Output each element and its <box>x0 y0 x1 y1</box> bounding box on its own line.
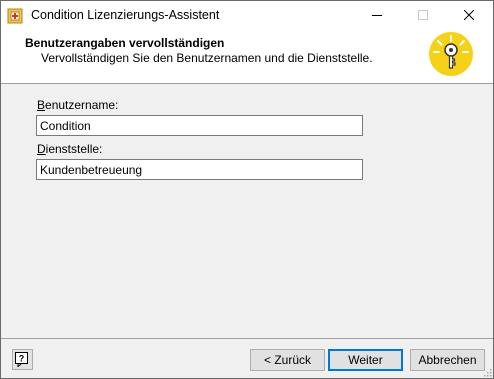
minimize-icon <box>372 15 382 16</box>
help-icon: ? <box>15 352 28 367</box>
maximize-icon <box>418 10 428 20</box>
close-icon <box>464 10 474 20</box>
wizard-header: Benutzerangaben vervollständigen Vervoll… <box>1 30 493 84</box>
close-button[interactable] <box>447 1 493 30</box>
key-icon <box>429 32 473 76</box>
app-icon <box>7 8 23 24</box>
svg-text:?: ? <box>19 354 25 364</box>
next-button[interactable]: Weiter <box>328 349 403 371</box>
page-title: Benutzerangaben vervollständigen <box>25 36 225 50</box>
title-bar[interactable]: Condition Lizenzierungs-Assistent <box>1 1 493 30</box>
department-label: Dienststelle: <box>37 142 103 156</box>
page-subtitle: Vervollständigen Sie den Benutzernamen u… <box>41 51 373 65</box>
footer-divider <box>1 338 493 339</box>
cancel-button[interactable]: Abbrechen <box>410 349 485 371</box>
window-title: Condition Lizenzierungs-Assistent <box>31 8 220 22</box>
minimize-button[interactable] <box>355 1 401 30</box>
maximize-button[interactable] <box>401 1 447 30</box>
username-input[interactable] <box>36 115 363 136</box>
back-button[interactable]: < Zurück <box>250 349 325 371</box>
username-label: Benutzername: <box>37 98 119 112</box>
resize-grip-icon[interactable] <box>482 367 492 377</box>
department-input[interactable] <box>36 159 363 180</box>
help-button[interactable]: ? <box>12 349 33 370</box>
wizard-window: Condition Lizenzierungs-Assistent Benutz… <box>0 0 494 379</box>
